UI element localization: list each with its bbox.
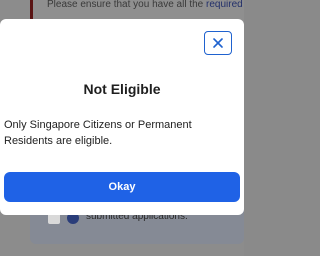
close-button[interactable]: [204, 31, 232, 55]
modal-title: Not Eligible: [83, 81, 161, 97]
required-link: required: [206, 0, 243, 10]
notice-text: Please ensure that you have all the requ…: [47, 0, 243, 10]
eligibility-modal: Not Eligible Only Singapore Citizens or …: [0, 19, 244, 215]
okay-button[interactable]: Okay: [4, 172, 240, 202]
notice-text-body: Please ensure that you have all the: [47, 0, 206, 10]
close-icon: [213, 38, 223, 48]
modal-message: Only Singapore Citizens or Permanent Res…: [4, 119, 192, 147]
